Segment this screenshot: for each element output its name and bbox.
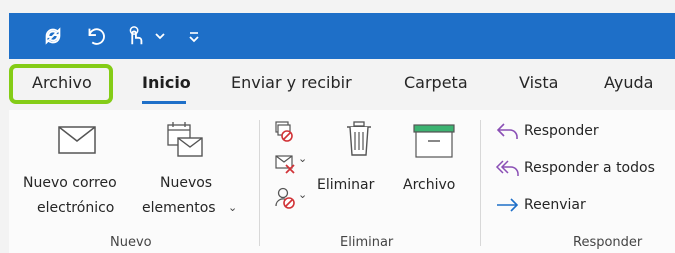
ignore-button[interactable] xyxy=(272,120,296,142)
reply-label: Responder xyxy=(524,123,599,139)
tab-carpeta[interactable]: Carpeta xyxy=(404,73,468,92)
quick-access-toolbar xyxy=(9,13,675,59)
chevron-down-icon: ⌄ xyxy=(228,201,238,214)
group-label-responder: Responder xyxy=(573,235,643,250)
clean-up-button[interactable]: ⌄ xyxy=(272,152,308,176)
new-items-label-line2: elementos xyxy=(142,200,216,216)
active-tab-indicator xyxy=(142,101,186,104)
archive-button[interactable]: Archivo xyxy=(400,118,470,208)
ignore-icon xyxy=(275,121,293,142)
group-separator xyxy=(259,120,260,246)
archivo-highlight-box xyxy=(9,64,113,104)
tab-enviar-y-recibir[interactable]: Enviar y recibir xyxy=(231,73,352,92)
chevron-down-icon: ⌄ xyxy=(298,152,308,165)
forward-arrow-icon xyxy=(497,198,519,212)
tab-vista[interactable]: Vista xyxy=(519,73,558,92)
chevron-down-icon: ⌄ xyxy=(298,188,308,201)
junk-icon xyxy=(275,187,295,209)
undo-icon[interactable] xyxy=(83,25,107,47)
new-email-button[interactable]: Nuevo correo electrónico xyxy=(20,118,136,226)
customize-qat-icon[interactable] xyxy=(187,25,201,47)
group-label-eliminar: Eliminar xyxy=(340,235,394,250)
group-label-nuevo: Nuevo xyxy=(110,235,152,250)
reply-button[interactable]: Responder xyxy=(495,119,675,143)
reply-all-arrow-icon xyxy=(495,160,519,176)
new-items-label-line1: Nuevos xyxy=(160,175,213,191)
tab-inicio[interactable]: Inicio xyxy=(142,73,191,92)
sync-icon[interactable] xyxy=(41,25,65,47)
reply-arrow-icon xyxy=(496,123,518,139)
group-separator xyxy=(480,120,481,246)
new-email-label-line2: electrónico xyxy=(37,200,115,216)
trash-icon xyxy=(347,121,371,156)
new-items-button[interactable]: Nuevos elementos ⌄ xyxy=(140,118,246,226)
new-items-icon xyxy=(167,122,203,157)
forward-label: Reenviar xyxy=(524,197,586,213)
touch-mode-icon[interactable] xyxy=(123,25,147,47)
envelope-icon xyxy=(58,126,96,154)
new-email-label-line1: Nuevo correo xyxy=(23,175,117,191)
archive-box-icon xyxy=(413,124,455,158)
clean-up-icon xyxy=(275,155,295,174)
delete-label: Eliminar xyxy=(317,177,375,193)
forward-button[interactable]: Reenviar xyxy=(495,193,675,217)
reply-all-label: Responder a todos xyxy=(524,160,655,176)
reply-all-button[interactable]: Responder a todos xyxy=(495,156,675,180)
delete-button[interactable]: Eliminar xyxy=(312,118,408,208)
tab-ayuda[interactable]: Ayuda xyxy=(604,73,653,92)
archive-label: Archivo xyxy=(403,177,456,193)
junk-button[interactable]: ⌄ xyxy=(272,186,308,212)
chevron-down-icon[interactable] xyxy=(153,25,167,47)
